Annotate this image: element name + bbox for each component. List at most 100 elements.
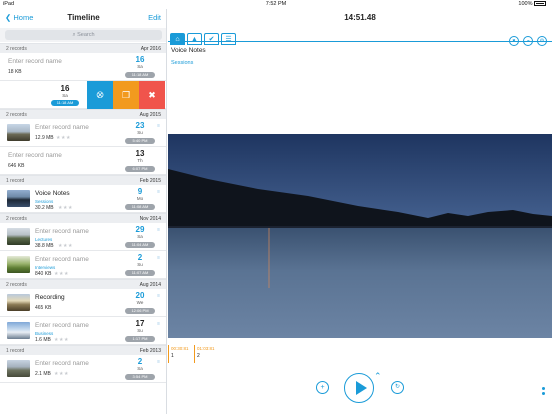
status-time: 7:52 PM	[265, 1, 287, 7]
search-input[interactable]: ⌕ Search	[5, 30, 162, 40]
record-size: 38.8 MB	[35, 243, 54, 249]
more-options-icon[interactable]	[542, 387, 545, 399]
bookmark-marker[interactable]: 00:30:81 1	[168, 345, 193, 363]
marker-number: 2	[197, 353, 200, 359]
status-bar: iPad 7:52 PM 100%	[0, 0, 552, 9]
timeline-pane: ❮ Home Timeline Edit ⌕ Search 2 records A…	[0, 9, 167, 414]
chevron-up-icon[interactable]: ⌃	[374, 371, 382, 382]
waveform-icon: ≡	[157, 255, 160, 261]
record-weekday: Su	[137, 262, 143, 267]
record-time: 5:40 PM	[125, 138, 155, 144]
detail-tabs: ⌂ ▲ ✔ ☰	[170, 28, 238, 45]
share-icon: ⭙	[96, 90, 104, 100]
search-placeholder: Search	[77, 32, 95, 38]
rating-stars[interactable]: ★★★	[58, 243, 73, 249]
record-weekday: Th	[137, 158, 143, 163]
record-title: Enter record name	[35, 228, 89, 235]
list-item-swiped[interactable]: 16 Sa 11:18 AM ⭙ ❐ ✖	[0, 81, 166, 109]
list-item[interactable]: Enter record name 18 KB 16 Sa 11:18 AM	[0, 53, 166, 81]
trash-icon: ✖	[148, 90, 156, 100]
tab-underline	[168, 41, 552, 42]
record-title: Enter record name	[8, 152, 62, 159]
list-item[interactable]: Voice Notes Sessions 30.2 MB ★★★ ≡ 9 Mo …	[0, 185, 166, 213]
list-item[interactable]: Enter record name Business 1.6 MB ★★★ ≡ …	[0, 317, 166, 345]
page-title: Timeline	[67, 13, 100, 22]
waveform-icon: ≡	[157, 321, 160, 327]
marker-time: 01:03:81	[197, 346, 215, 351]
tab-home[interactable]: ⌂	[170, 33, 185, 45]
list-item[interactable]: Enter record name 2.1 MB ★★★ ≡ 2 Sa 3:54…	[0, 355, 166, 383]
list-item[interactable]: Enter record name Lectures 38.8 MB ★★★ ≡…	[0, 223, 166, 251]
rating-stars[interactable]: ★★★	[58, 205, 73, 211]
record-time: 11:18 AM	[125, 72, 155, 78]
record-size: 840 KB	[35, 271, 52, 277]
record-day: 9	[137, 187, 143, 196]
share-button[interactable]: ⭙	[87, 81, 113, 109]
record-weekday: Sa	[137, 234, 143, 239]
record-day: 13	[135, 149, 145, 158]
record-weekday: Sa	[137, 366, 143, 371]
record-time: 1:17 PM	[125, 336, 155, 342]
battery-icon	[534, 1, 546, 7]
record-title: Enter record name	[35, 322, 89, 329]
copy-button[interactable]: ❐	[113, 81, 139, 109]
rating-stars[interactable]: ★★★	[54, 271, 69, 277]
record-weekday: Su	[137, 328, 143, 333]
bookmark-markers: 00:30:81 1 01:03:81 2	[168, 344, 220, 363]
record-thumbnail	[7, 294, 30, 311]
record-weekday: Su	[137, 130, 143, 135]
edit-button[interactable]: Edit	[148, 13, 161, 22]
bookmark-add-icon: +	[320, 384, 325, 391]
record-title: Enter record name	[8, 58, 62, 65]
tab-tasks[interactable]: ✔	[204, 33, 219, 45]
delete-button[interactable]: ✖	[139, 81, 165, 109]
record-time: 11:07 AM	[125, 270, 155, 276]
record-title: Enter record name	[35, 124, 89, 131]
play-button[interactable]	[344, 373, 374, 403]
record-day: 23	[135, 121, 145, 130]
record-weekday: Sa	[62, 93, 68, 98]
player-controls: + ⌃ ↻	[168, 371, 552, 411]
section-header: 2 records Nov 2014	[0, 213, 166, 223]
tab-photos[interactable]: ▲	[187, 33, 202, 45]
section-header: 2 records Aug 2014	[0, 279, 166, 289]
tab-notes[interactable]: ☰	[221, 33, 236, 45]
record-size: 1.6 MB	[35, 337, 51, 343]
waveform-icon: ≡	[157, 293, 160, 299]
list-item[interactable]: Enter record name 12.9 MB ★★★ ≡ 23 Su 5:…	[0, 119, 166, 147]
record-day: 16	[135, 55, 145, 64]
section-header: 1 record Feb 2013	[0, 345, 166, 355]
record-day: 17	[135, 319, 145, 328]
section-header: 2 records Apr 2016	[0, 43, 166, 53]
record-weekday: Sa	[137, 64, 143, 69]
playback-speed-button[interactable]: ↻	[391, 381, 404, 394]
record-folder-link[interactable]: Sessions	[171, 60, 193, 66]
record-name-field[interactable]: Voice Notes	[171, 47, 206, 54]
list-item[interactable]: Recording 465 KB ≡ 20 We 12:06 PM	[0, 289, 166, 317]
add-bookmark-button[interactable]: +	[316, 381, 329, 394]
waveform-icon: ≡	[157, 359, 160, 365]
list-item[interactable]: Enter record name Interviews 840 KB ★★★ …	[0, 251, 166, 279]
record-size: 465 KB	[35, 305, 52, 311]
battery-indicator: 100%	[518, 0, 546, 9]
battery-text: 100%	[518, 1, 533, 7]
record-day: 2	[137, 253, 143, 262]
record-size: 646 KB	[8, 163, 25, 169]
record-folder: Interviews	[35, 265, 56, 270]
rating-stars[interactable]: ★★★	[54, 371, 69, 377]
record-day: 16	[60, 84, 70, 93]
lake-sunset-image	[168, 134, 552, 338]
rating-stars[interactable]: ★★★	[54, 337, 69, 343]
bookmark-marker[interactable]: 01:03:81 2	[194, 345, 219, 363]
record-time: 11:18 AM	[51, 100, 79, 106]
record-thumbnail	[7, 228, 30, 245]
timeline-navbar: ❮ Home Timeline Edit	[0, 9, 166, 28]
record-size: 18 KB	[8, 69, 22, 75]
record-detail-pane: 14:51.48 ⌂▲✔☰ ♥☁⚙ Voice Notes Sessions 0…	[168, 9, 552, 414]
detail-action-icons: ♥☁⚙	[505, 29, 547, 47]
rating-stars[interactable]: ★★★	[56, 135, 71, 141]
list-item[interactable]: Enter record name 646 KB 13 Th 6:07 PM	[0, 147, 166, 175]
search-bar: ⌕ Search	[0, 28, 166, 42]
detail-topbar: 14:51.48	[168, 9, 552, 28]
record-time: 11:08 AM	[125, 204, 155, 210]
